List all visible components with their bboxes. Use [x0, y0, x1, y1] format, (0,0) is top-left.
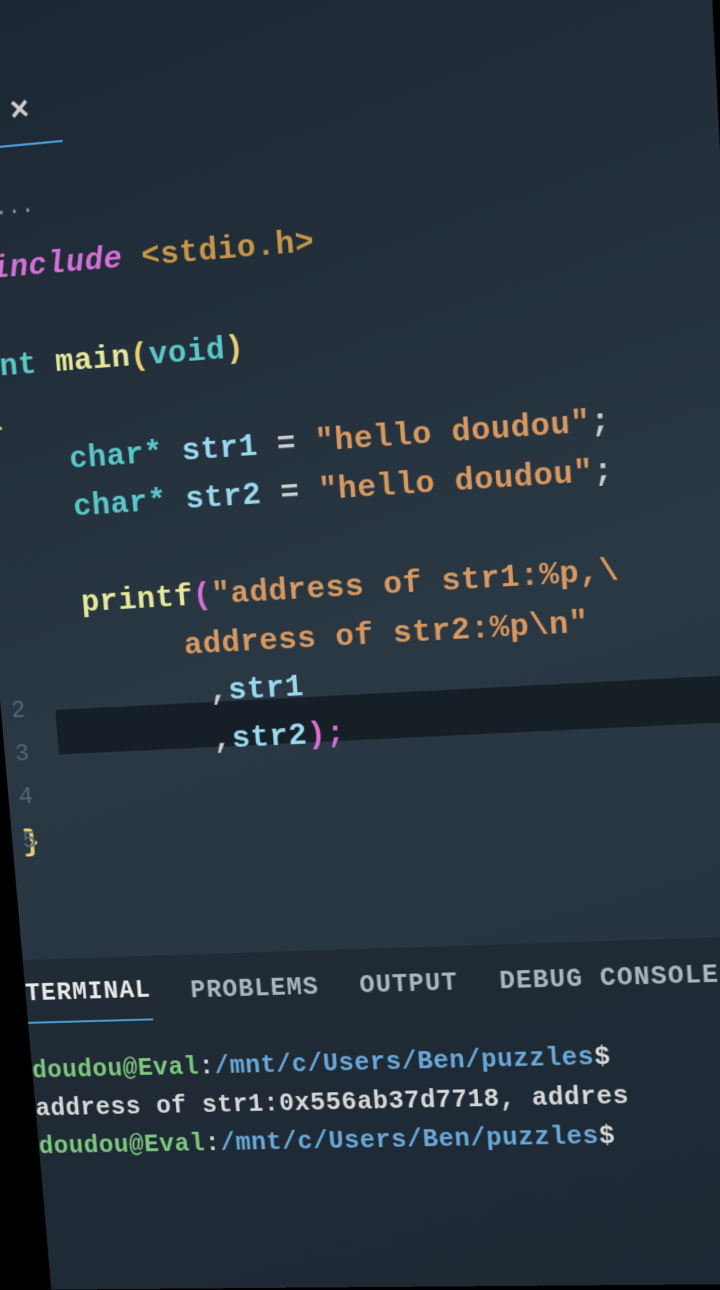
tab-debug-console[interactable]: DEBUG CONSOLE [499, 960, 720, 1011]
tab-problems[interactable]: PROBLEMS [189, 973, 321, 1020]
line-number: 4 [2, 776, 35, 821]
main-function: main [54, 339, 132, 381]
open-brace: { [0, 398, 5, 435]
tab-output[interactable]: OUTPUT [359, 968, 460, 1014]
terminal-output[interactable]: doudou@Eval:/mnt/c/Users/Ben/puzzles$ ad… [28, 1003, 720, 1166]
char-keyword: char* [68, 436, 164, 478]
str2-arg: str2 [231, 718, 309, 757]
line-number: 3 [0, 733, 31, 778]
header-file: <stdio.h> [140, 224, 316, 275]
char-keyword: char* [72, 484, 168, 526]
str1-arg: str1 [227, 670, 305, 709]
terminal-panel: TERMINAL PROBLEMS OUTPUT DEBUG CONSOLE d… [23, 936, 720, 1290]
include-keyword: #include [0, 241, 124, 290]
str1-var: str1 [180, 429, 259, 470]
printf-function: printf [80, 580, 195, 622]
close-icon[interactable]: × [8, 90, 31, 132]
int-keyword: int [0, 347, 38, 387]
tab-terminal[interactable]: TERMINAL [24, 976, 153, 1024]
tab-bar: × [0, 87, 63, 148]
line-number: 2 [0, 689, 28, 734]
code-editor[interactable]: › ... #include <stdio.h> int main(void) … [0, 141, 635, 866]
line-number: 5 [6, 820, 39, 864]
editor-window: p × › ... › ... #include <stdio.h> int m… [0, 0, 720, 1290]
void-keyword: void [148, 332, 227, 374]
str2-var: str2 [184, 478, 263, 519]
